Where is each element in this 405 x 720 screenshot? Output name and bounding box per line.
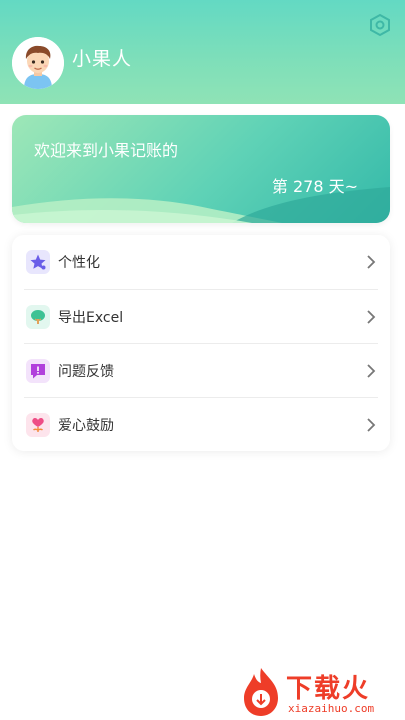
watermark-site: xiazaihuo.com <box>288 702 375 715</box>
menu-item-personalize[interactable]: 个性化 <box>12 235 390 289</box>
menu-item-label: 导出Excel <box>58 310 124 326</box>
boy-avatar-icon <box>12 37 64 89</box>
tree-icon <box>26 305 50 329</box>
chevron-right-icon <box>367 310 376 324</box>
watermark-logo: 下载火 xiazaihuo.com <box>236 664 404 720</box>
star-icon <box>26 250 50 274</box>
username: 小果人 <box>72 48 133 70</box>
menu-item-label: 问题反馈 <box>58 364 114 380</box>
flame-icon <box>244 668 278 716</box>
chevron-right-icon <box>367 418 376 432</box>
welcome-message: 欢迎来到小果记账的 <box>34 141 179 160</box>
settings-button[interactable] <box>367 12 393 38</box>
heart-flower-icon <box>26 413 50 437</box>
menu-item-export-excel[interactable]: 导出Excel <box>12 290 390 344</box>
feedback-icon <box>26 359 50 383</box>
menu-card: 个性化 导出Excel 问题反馈 爱心鼓励 <box>12 235 390 451</box>
profile-header: 小果人 <box>0 0 405 104</box>
menu-item-encourage[interactable]: 爱心鼓励 <box>12 398 390 452</box>
watermark-title: 下载火 <box>286 674 371 704</box>
menu-item-label: 爱心鼓励 <box>58 418 114 434</box>
avatar[interactable] <box>12 37 64 89</box>
settings-hexagon-icon <box>370 13 390 37</box>
chevron-right-icon <box>367 364 376 378</box>
chevron-right-icon <box>367 255 376 269</box>
days-counter: 第 278 天~ <box>271 177 358 196</box>
welcome-card: 欢迎来到小果记账的 第 278 天~ <box>12 115 390 223</box>
wave-decoration <box>12 187 390 223</box>
menu-item-label: 个性化 <box>58 255 100 271</box>
menu-item-feedback[interactable]: 问题反馈 <box>12 344 390 398</box>
